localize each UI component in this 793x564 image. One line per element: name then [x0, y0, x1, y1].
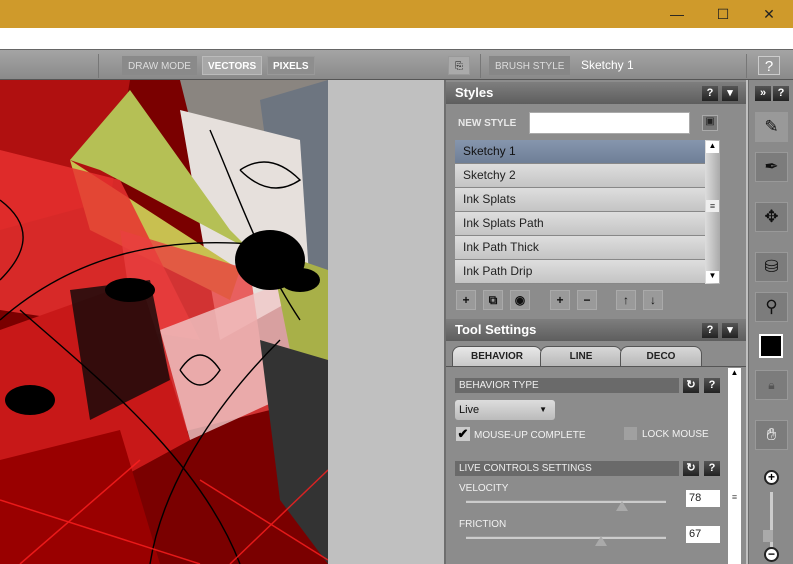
friction-slider-thumb[interactable]: [595, 536, 607, 546]
divider: [480, 54, 481, 78]
friction-input[interactable]: 67: [686, 526, 720, 543]
behavior-type-select[interactable]: Live ▼: [455, 400, 555, 420]
move-up-icon[interactable]: ↑: [616, 290, 636, 310]
help-button[interactable]: ?: [758, 56, 780, 75]
draw-mode-label: DRAW MODE: [122, 56, 197, 75]
color-swatch[interactable]: [759, 334, 783, 358]
eyedropper-tool-icon[interactable]: ⚲: [755, 292, 788, 322]
divider: [746, 54, 747, 78]
divider: [446, 366, 746, 367]
settings-scrollbar[interactable]: ▲ ≡: [728, 368, 741, 564]
artwork: [0, 80, 328, 564]
brush-tool-icon[interactable]: ✎: [755, 112, 788, 142]
brush-style-value: Sketchy 1: [581, 58, 634, 72]
styles-title: Styles: [455, 85, 494, 100]
help-button[interactable]: ?: [704, 461, 720, 476]
new-style-input[interactable]: [529, 112, 690, 134]
velocity-label: VELOCITY: [459, 483, 509, 494]
remove-icon[interactable]: −: [577, 290, 597, 310]
list-item[interactable]: Ink Splats: [455, 188, 705, 212]
scroll-up-icon[interactable]: ▲: [728, 368, 741, 380]
zoom-out-icon[interactable]: −: [764, 547, 779, 562]
help-button[interactable]: ?: [773, 86, 789, 101]
lock-icon[interactable]: 🔒︎: [755, 370, 788, 400]
velocity-slider[interactable]: [466, 500, 666, 503]
drawing-canvas[interactable]: [0, 80, 328, 564]
scroll-down-icon[interactable]: ▼: [706, 271, 719, 283]
brush-style-label: BRUSH STYLE: [489, 56, 571, 75]
tool-settings-collapse-button[interactable]: ▾: [722, 323, 738, 338]
add-icon[interactable]: +: [550, 290, 570, 310]
divider: [98, 54, 99, 78]
zoom-slider-thumb[interactable]: [763, 530, 773, 542]
tool-column: » ? ✎ ✒ ✥ ⛁ ⚲ 🔒︎ ✋︎ + −: [748, 80, 793, 564]
menu-strip: [0, 28, 793, 49]
move-down-icon[interactable]: ↓: [643, 290, 663, 310]
list-item[interactable]: Sketchy 1: [455, 140, 705, 164]
scroll-up-icon[interactable]: ▲: [706, 141, 719, 153]
tool-settings-title: Tool Settings: [455, 322, 537, 337]
scroll-thumb[interactable]: ≡: [706, 200, 719, 212]
vectors-button[interactable]: VECTORS: [202, 56, 263, 75]
friction-label: FRICTION: [459, 519, 507, 530]
styles-help-button[interactable]: ?: [702, 86, 718, 101]
behavior-type-header: BEHAVIOR TYPE: [455, 378, 679, 393]
zoom-in-icon[interactable]: +: [764, 470, 779, 485]
behavior-type-value: Live: [459, 404, 480, 416]
scroll-thumb[interactable]: ≡: [728, 492, 741, 504]
expand-icon[interactable]: »: [755, 86, 771, 101]
tab-line[interactable]: LINE: [540, 346, 622, 366]
velocity-input[interactable]: 78: [686, 490, 720, 507]
list-item[interactable]: Ink Path Drip: [455, 260, 705, 284]
styles-collapse-button[interactable]: ▾: [722, 86, 738, 101]
paste-style-icon[interactable]: ⎘: [448, 56, 470, 75]
main-toolbar: DRAW MODE VECTORS PIXELS ⎘ BRUSH STYLE S…: [0, 49, 793, 80]
styles-scrollbar[interactable]: ▲ ≡ ▼: [705, 140, 720, 284]
tool-settings-help-button[interactable]: ?: [702, 323, 718, 338]
hand-tool-icon[interactable]: ✋︎: [755, 420, 788, 450]
side-panel: Styles ? ▾ NEW STYLE ▣ Sketchy 1 Sketchy…: [444, 80, 746, 564]
tab-deco[interactable]: DECO: [620, 346, 702, 366]
pen-tool-icon[interactable]: ✒: [755, 152, 788, 182]
lock-mouse-label: LOCK MOUSE: [642, 429, 709, 440]
friction-slider[interactable]: [466, 536, 666, 539]
help-button[interactable]: ?: [704, 378, 720, 393]
list-item[interactable]: Sketchy 2: [455, 164, 705, 188]
pixels-button[interactable]: PIXELS: [267, 56, 315, 75]
reset-icon[interactable]: ↻: [683, 461, 699, 476]
list-item[interactable]: Ink Path Thick: [455, 236, 705, 260]
mouse-up-checkbox[interactable]: ✔: [456, 427, 470, 441]
minimize-button[interactable]: —: [654, 0, 700, 28]
mouse-up-label: MOUSE-UP COMPLETE: [474, 430, 586, 441]
new-style-label: NEW STYLE: [458, 118, 517, 129]
chevron-down-icon: ▼: [539, 405, 547, 414]
fill-tool-icon[interactable]: ⛁: [755, 252, 788, 282]
live-controls-header: LIVE CONTROLS SETTINGS: [455, 461, 679, 476]
reset-icon[interactable]: ↻: [683, 378, 699, 393]
preview-eye-icon[interactable]: ◉: [510, 290, 530, 310]
maximize-button[interactable]: ☐: [700, 0, 746, 28]
move-tool-icon[interactable]: ✥: [755, 202, 788, 232]
new-style-icon[interactable]: +: [456, 290, 476, 310]
title-bar: — ☐ ✕: [0, 0, 793, 28]
lock-mouse-checkbox[interactable]: [624, 427, 637, 440]
save-style-icon[interactable]: ▣: [702, 115, 718, 131]
velocity-slider-thumb[interactable]: [616, 501, 628, 511]
duplicate-style-icon[interactable]: ⧉: [483, 290, 503, 310]
tool-settings-header: Tool Settings: [446, 319, 746, 341]
close-button[interactable]: ✕: [746, 0, 792, 28]
list-item[interactable]: Ink Splats Path: [455, 212, 705, 236]
styles-header: Styles: [446, 82, 746, 104]
tab-behavior[interactable]: BEHAVIOR: [452, 346, 542, 366]
